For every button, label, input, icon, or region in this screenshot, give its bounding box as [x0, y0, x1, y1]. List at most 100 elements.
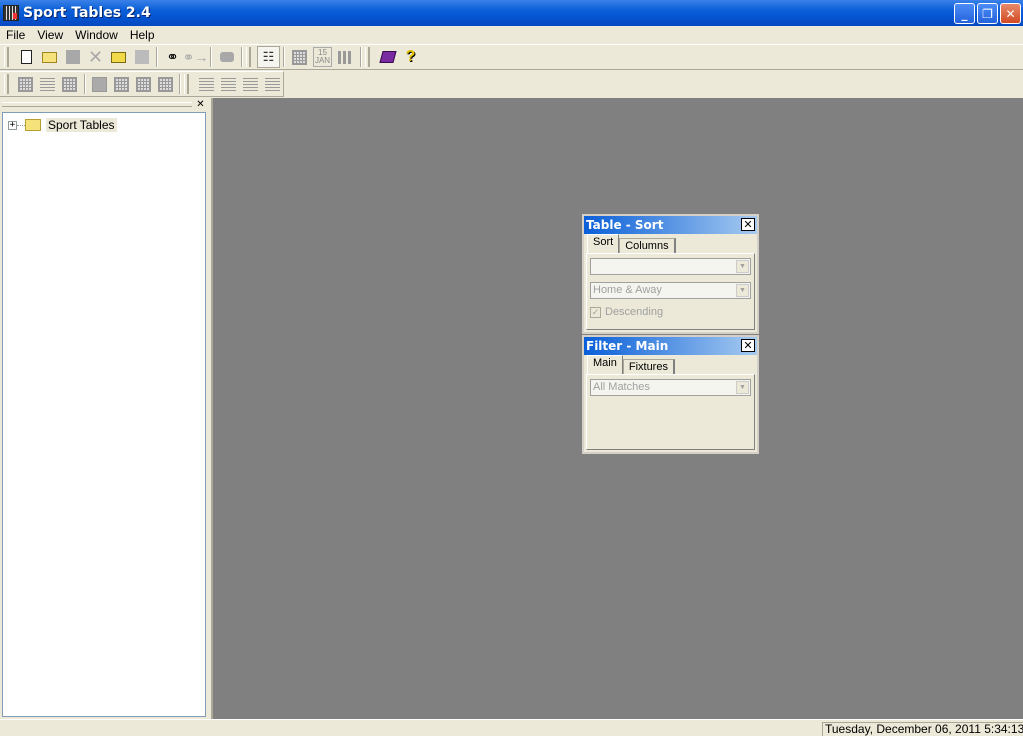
- align-center-button[interactable]: [217, 73, 239, 95]
- home-away-select[interactable]: Home & Away ▼: [590, 282, 751, 299]
- find-next-button[interactable]: ⚭→: [183, 46, 209, 68]
- format-toolbar: [0, 71, 284, 97]
- status-bar: Tuesday, December 06, 2011 5:34:13 PM: [0, 719, 1023, 736]
- align-right-icon: [242, 77, 258, 91]
- save-button[interactable]: [130, 46, 153, 68]
- align-center-icon: [220, 77, 236, 91]
- chart-button[interactable]: [334, 46, 357, 68]
- columns-home-icon: [136, 76, 152, 92]
- home-away-value: Home & Away: [593, 284, 662, 296]
- align-left-icon: [198, 77, 214, 91]
- grid-rows-button[interactable]: [59, 73, 81, 95]
- chevron-down-icon[interactable]: ▼: [736, 284, 749, 297]
- expand-icon[interactable]: +: [8, 120, 17, 130]
- status-datetime: Tuesday, December 06, 2011 5:34:13 PM: [822, 722, 1023, 736]
- open-folder-icon: [111, 51, 126, 63]
- panel-title-text: Filter - Main: [586, 339, 669, 353]
- panel-close-icon[interactable]: ✕: [741, 218, 755, 231]
- columns-away-icon: [157, 76, 173, 92]
- binoculars-icon: ⚭: [166, 49, 179, 66]
- delete-icon: ✕: [87, 46, 104, 67]
- menu-window[interactable]: Window: [69, 28, 124, 42]
- table-icon: [292, 49, 307, 65]
- grid-full-icon: [18, 76, 34, 92]
- help-button[interactable]: ?: [399, 46, 422, 68]
- panel-title[interactable]: Table - Sort ✕: [584, 216, 757, 234]
- table-view-button[interactable]: [288, 46, 311, 68]
- open-button[interactable]: [107, 46, 130, 68]
- panel-title-text: Table - Sort: [586, 218, 664, 232]
- columns-home-away-button[interactable]: [111, 73, 133, 95]
- tree-node-label[interactable]: Sport Tables: [46, 118, 117, 132]
- chevron-down-icon[interactable]: ▼: [736, 260, 749, 273]
- tab-body: ▼ Home & Away ▼ ✓ Descending: [586, 253, 755, 330]
- filter-main-panel: Filter - Main ✕ Main Fixtures All Matche…: [581, 334, 760, 455]
- bar-chart-icon: [338, 50, 353, 64]
- print-button[interactable]: [215, 46, 238, 68]
- tab-sort[interactable]: Sort: [587, 234, 620, 253]
- delete-button[interactable]: ✕: [84, 46, 107, 68]
- align-right-button[interactable]: [239, 73, 261, 95]
- descending-label: Descending: [605, 306, 664, 318]
- columns-away-button[interactable]: [154, 73, 176, 95]
- columns-home-away-icon: [114, 76, 130, 92]
- separator: [83, 74, 86, 94]
- descending-checkbox-row[interactable]: ✓ Descending: [590, 306, 751, 318]
- separator: [241, 47, 243, 67]
- help-book-button[interactable]: [376, 46, 399, 68]
- align-justify-button[interactable]: [261, 73, 283, 95]
- side-panel-header: ✕: [0, 98, 210, 112]
- new-folder-button[interactable]: [38, 46, 61, 68]
- save-icon: [134, 50, 149, 64]
- main-toolbar: ✕ ⚭ ⚭→ ☷ 15 JAN ?: [0, 44, 1023, 70]
- matches-filter-select[interactable]: All Matches ▼: [590, 379, 751, 396]
- calendar-icon: 15 JAN: [312, 47, 333, 67]
- tree-node-sport-tables[interactable]: + Sport Tables: [8, 117, 117, 133]
- separator: [210, 47, 212, 67]
- side-panel-close-icon[interactable]: ✕: [195, 100, 206, 111]
- panel-title[interactable]: Filter - Main ✕: [584, 337, 757, 355]
- close-button[interactable]: ✕: [1000, 3, 1021, 24]
- tab-fixtures[interactable]: Fixtures: [622, 359, 675, 374]
- menu-view[interactable]: View: [31, 28, 69, 42]
- columns-home-button[interactable]: [133, 73, 155, 95]
- toolbar-grip[interactable]: [4, 74, 9, 94]
- help-icon: ?: [405, 48, 416, 65]
- printer-icon: [219, 52, 234, 62]
- grid-checker-button[interactable]: [89, 73, 111, 95]
- panel-close-icon[interactable]: ✕: [741, 339, 755, 352]
- toolbar-grip[interactable]: [184, 74, 190, 94]
- table-sort-panel: Table - Sort ✕ Sort Columns ▼ Home & Awa…: [581, 213, 760, 335]
- separator: [360, 47, 362, 67]
- tree-connector: [17, 124, 25, 126]
- calendar-button[interactable]: 15 JAN: [311, 46, 334, 68]
- tab-columns[interactable]: Columns: [619, 238, 676, 253]
- book-icon: [378, 51, 397, 63]
- align-left-button[interactable]: [195, 73, 217, 95]
- tree-view[interactable]: + Sport Tables: [2, 112, 206, 717]
- window-title: Sport Tables 2.4: [23, 5, 151, 21]
- restore-button[interactable]: ❐: [977, 3, 998, 24]
- descending-checkbox[interactable]: ✓: [590, 306, 601, 318]
- sort-field-select[interactable]: ▼: [590, 258, 751, 275]
- new-document-button[interactable]: [15, 46, 38, 68]
- side-panel-grip[interactable]: [2, 102, 192, 107]
- tree-view-button[interactable]: ☷: [257, 46, 280, 68]
- matches-filter-value: All Matches: [593, 381, 650, 393]
- chevron-down-icon[interactable]: ▼: [736, 381, 749, 394]
- grid-full-button[interactable]: [15, 73, 37, 95]
- minimize-button[interactable]: _: [954, 3, 975, 24]
- toolbar-grip[interactable]: [246, 47, 251, 67]
- panel-tabs: Sort Columns: [584, 234, 757, 253]
- menu-bar: File View Window Help: [0, 26, 1023, 44]
- find-button[interactable]: ⚭: [161, 46, 184, 68]
- grid-checker-icon: [92, 76, 108, 92]
- tab-main[interactable]: Main: [587, 355, 623, 374]
- app-icon: [3, 5, 19, 21]
- menu-file[interactable]: File: [0, 28, 31, 42]
- toolbar-grip[interactable]: [365, 47, 370, 67]
- toolbar-grip[interactable]: [4, 47, 9, 67]
- stop-button[interactable]: [61, 46, 84, 68]
- grid-lines-button[interactable]: [37, 73, 59, 95]
- menu-help[interactable]: Help: [124, 28, 161, 42]
